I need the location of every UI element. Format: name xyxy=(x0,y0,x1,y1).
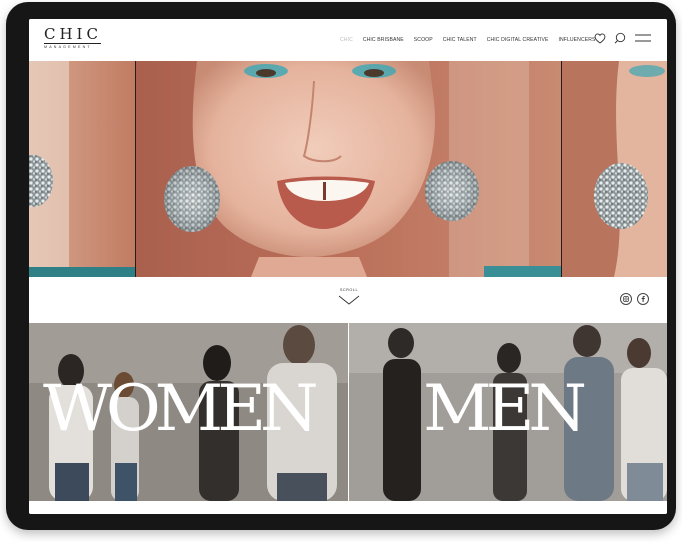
site-header: CHIC MANAGEMENT CHIC CHIC BRISBANE SCOOP… xyxy=(29,19,667,61)
hero-video[interactable] xyxy=(29,61,667,277)
scroll-section: SCROLL xyxy=(29,278,667,323)
menu-icon[interactable] xyxy=(635,31,651,45)
nav-item-chic-brisbane[interactable]: CHIC BRISBANE xyxy=(363,35,404,45)
logo-rule xyxy=(44,43,101,44)
instagram-icon[interactable] xyxy=(620,293,632,305)
nav-item-influencers[interactable]: INFLUENCERS xyxy=(558,35,595,45)
nav-item-scoop[interactable]: SCOOP xyxy=(414,35,433,45)
logo-tagline: MANAGEMENT xyxy=(44,45,92,49)
men-category-tile[interactable]: MEN xyxy=(349,323,667,501)
nav-item-chic-talent[interactable]: CHIC TALENT xyxy=(443,35,477,45)
women-category-tile[interactable]: WOMEN xyxy=(29,323,348,501)
women-category-title: WOMEN xyxy=(43,372,319,446)
chevron-down-icon[interactable] xyxy=(338,295,360,305)
scroll-label: SCROLL xyxy=(339,288,359,292)
heart-icon[interactable] xyxy=(593,31,607,45)
main-navigation: CHIC CHIC BRISBANE SCOOP CHIC TALENT CHI… xyxy=(340,35,606,45)
facebook-icon[interactable] xyxy=(637,293,649,305)
logo-wordmark: CHIC xyxy=(44,25,102,43)
bottom-spacer xyxy=(29,501,667,514)
tablet-frame: CHIC MANAGEMENT CHIC CHIC BRISBANE SCOOP… xyxy=(6,2,676,530)
hero-portrait-image xyxy=(29,61,667,277)
chic-management-logo[interactable]: CHIC MANAGEMENT xyxy=(44,26,104,50)
nav-item-chic[interactable]: CHIC xyxy=(340,35,353,45)
nav-item-chic-digital-creative[interactable]: CHIC DIGITAL CREATIVE xyxy=(487,35,549,45)
search-icon[interactable] xyxy=(613,31,627,45)
men-category-title: MEN xyxy=(423,372,587,446)
browser-viewport: CHIC MANAGEMENT CHIC CHIC BRISBANE SCOOP… xyxy=(29,19,667,514)
